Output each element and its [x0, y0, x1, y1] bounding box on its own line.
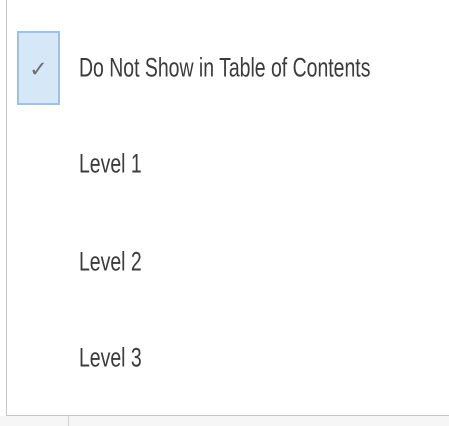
page: ✓ Do Not Show in Table of Contents Level…: [0, 0, 449, 426]
menu-item-level-1[interactable]: Level 1: [7, 116, 449, 212]
toc-level-menu: ✓ Do Not Show in Table of Contents Level…: [6, 0, 449, 416]
menu-item-label: Level 1: [79, 148, 142, 179]
menu-item-level-3[interactable]: Level 3: [7, 310, 449, 406]
menu-item-label: Level 2: [79, 246, 142, 277]
menu-item-level-2[interactable]: Level 2: [7, 214, 449, 310]
menu-item-do-not-show[interactable]: ✓ Do Not Show in Table of Contents: [7, 20, 449, 116]
menu-item-label: Level 3: [79, 342, 142, 373]
menu-bottom-edge: [0, 416, 449, 426]
menu-item-label: Do Not Show in Table of Contents: [79, 52, 371, 83]
checked-indicator: ✓: [17, 31, 60, 105]
check-icon: ✓: [29, 57, 48, 83]
divider: [68, 416, 69, 426]
